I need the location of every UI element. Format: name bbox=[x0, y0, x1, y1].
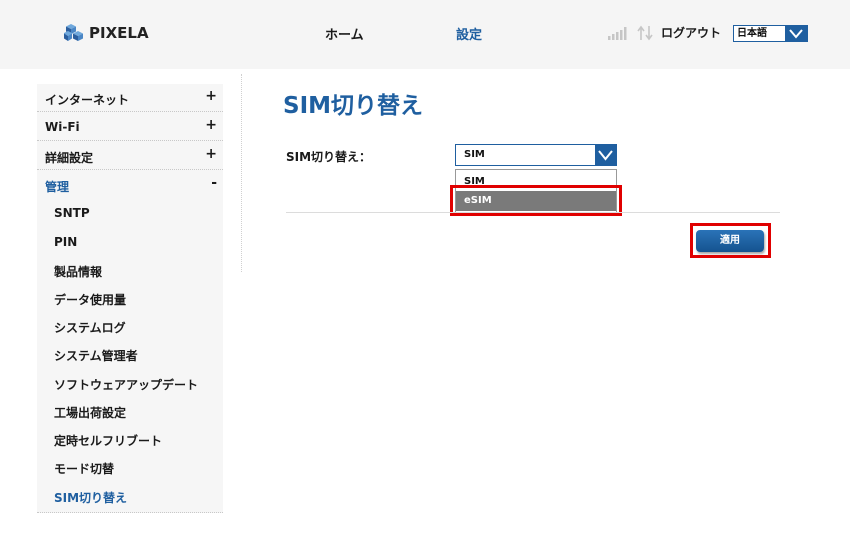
language-select[interactable]: 日本語 bbox=[733, 25, 808, 42]
nav-home-link[interactable]: ホーム bbox=[325, 24, 364, 43]
sidebar-item-pin[interactable]: PIN bbox=[54, 235, 77, 249]
sim-switch-select[interactable]: SIM bbox=[455, 144, 617, 166]
language-dropdown-button[interactable] bbox=[785, 26, 807, 41]
sim-switch-label: SIM切り替え： bbox=[286, 150, 372, 164]
chevron-down-icon bbox=[789, 29, 803, 39]
collapse-icon[interactable]: - bbox=[211, 175, 217, 191]
sidebar-section-label: 管理 bbox=[45, 180, 70, 194]
expand-icon[interactable]: + bbox=[205, 146, 217, 162]
nav-settings-link[interactable]: 設定 bbox=[456, 24, 482, 43]
sidebar-section-management[interactable]: 管理 - bbox=[37, 171, 223, 199]
sidebar-vertical-divider bbox=[241, 74, 242, 272]
sidebar-section-label: インターネット bbox=[45, 93, 130, 107]
up-down-arrows-icon bbox=[637, 25, 653, 41]
sidebar-item-scheduled-reboot[interactable]: 定時セルフリブート bbox=[54, 432, 162, 449]
expand-icon[interactable]: + bbox=[205, 117, 217, 133]
sidebar-item-system-log[interactable]: システムログ bbox=[54, 319, 126, 336]
chevron-down-icon bbox=[598, 150, 613, 161]
apply-highlight-box bbox=[690, 223, 771, 258]
sidebar-divider bbox=[37, 512, 223, 513]
language-value: 日本語 bbox=[737, 28, 767, 39]
sidebar-section-internet[interactable]: インターネット + bbox=[37, 84, 223, 112]
page-title: SIM切り替え bbox=[283, 93, 424, 119]
sidebar-item-data-usage[interactable]: データ使用量 bbox=[54, 291, 126, 308]
expand-icon[interactable]: + bbox=[205, 88, 217, 104]
sim-switch-value: SIM bbox=[464, 149, 485, 160]
brand-logo[interactable]: PIXELA bbox=[64, 22, 149, 44]
sidebar-section-wifi[interactable]: Wi-Fi + bbox=[37, 113, 223, 141]
sidebar-item-product-info[interactable]: 製品情報 bbox=[54, 263, 102, 280]
form-divider bbox=[286, 212, 780, 213]
sidebar-item-sntp[interactable]: SNTP bbox=[54, 206, 90, 220]
sidebar-item-software-update[interactable]: ソフトウェアアップデート bbox=[54, 376, 198, 393]
sidebar-section-advanced[interactable]: 詳細設定 + bbox=[37, 142, 223, 170]
brand-name: PIXELA bbox=[89, 24, 149, 42]
sidebar-menu: インターネット + Wi-Fi + 詳細設定 + 管理 - SNTP PIN 製… bbox=[37, 84, 223, 513]
header-bar: PIXELA ホーム 設定 ログアウト 日本語 bbox=[0, 0, 850, 69]
sidebar-section-label: Wi-Fi bbox=[45, 120, 80, 134]
sidebar-item-mode-switch[interactable]: モード切替 bbox=[54, 460, 114, 477]
sidebar-item-factory-reset[interactable]: 工場出荷設定 bbox=[54, 404, 126, 421]
cube-cluster-logo-icon bbox=[64, 24, 83, 41]
logout-link[interactable]: ログアウト bbox=[661, 24, 721, 41]
sidebar-item-system-admin[interactable]: システム管理者 bbox=[54, 347, 138, 364]
signal-bars-icon bbox=[608, 27, 627, 40]
sim-dropdown-button[interactable] bbox=[595, 145, 616, 165]
sidebar-item-sim-switch[interactable]: SIM切り替え bbox=[54, 489, 127, 506]
sidebar-section-label: 詳細設定 bbox=[45, 151, 94, 165]
